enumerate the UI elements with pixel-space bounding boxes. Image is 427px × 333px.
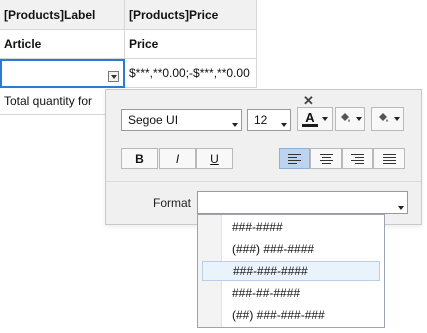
text-color-icon: A [302,111,318,127]
format-option[interactable]: (##) ###-###-### [202,305,380,325]
font-size-select[interactable]: 12 [247,109,291,131]
text-color-button[interactable]: A [297,107,333,131]
chevron-down-icon [322,117,328,121]
align-left-icon [288,153,301,164]
selected-cell[interactable] [0,59,125,88]
column-header-label[interactable]: [Products]Label [0,0,125,30]
popup-divider [106,181,421,182]
paint-bucket-icon [376,111,390,128]
chevron-down-icon [281,123,287,127]
align-justify-icon [382,153,396,164]
background-color-button[interactable] [371,107,404,131]
cell-price[interactable]: Price [125,30,257,59]
chevron-down-icon [232,123,238,127]
format-dropdown-list: ###-#### (###) ###-#### ###-###-#### ###… [197,214,385,328]
format-label: Format [153,196,192,210]
format-select[interactable] [197,191,408,214]
fill-color-button[interactable] [335,107,365,131]
cell-article[interactable]: Article [0,30,125,59]
align-left-button[interactable] [279,148,310,169]
format-option[interactable]: ###-##-#### [202,283,380,303]
align-justify-button[interactable] [373,148,405,169]
paint-bucket-icon [338,111,352,128]
cell-dropdown-button[interactable] [108,71,119,82]
format-option[interactable]: ###-#### [202,217,380,237]
column-header-price[interactable]: [Products]Price [125,0,257,30]
font-size-value: 12 [254,113,268,127]
align-right-icon [351,153,364,164]
underline-button[interactable]: U [196,148,233,169]
chevron-down-icon [398,206,404,210]
font-family-select[interactable]: Segoe UI [121,109,242,131]
format-option[interactable]: (###) ###-#### [202,239,380,259]
chevron-down-icon [356,117,362,121]
bold-button[interactable]: B [121,148,158,169]
italic-button[interactable]: I [159,148,196,169]
format-option-highlighted[interactable]: ###-###-#### [202,261,380,281]
chevron-down-icon [110,74,117,79]
font-family-value: Segoe UI [128,113,179,127]
chevron-down-icon [393,117,400,121]
cell-price-format[interactable]: $***,**0.00;-$***,**0.00 [125,59,257,88]
align-right-button[interactable] [342,148,373,169]
align-center-button[interactable] [310,148,342,169]
align-center-icon [319,153,333,164]
